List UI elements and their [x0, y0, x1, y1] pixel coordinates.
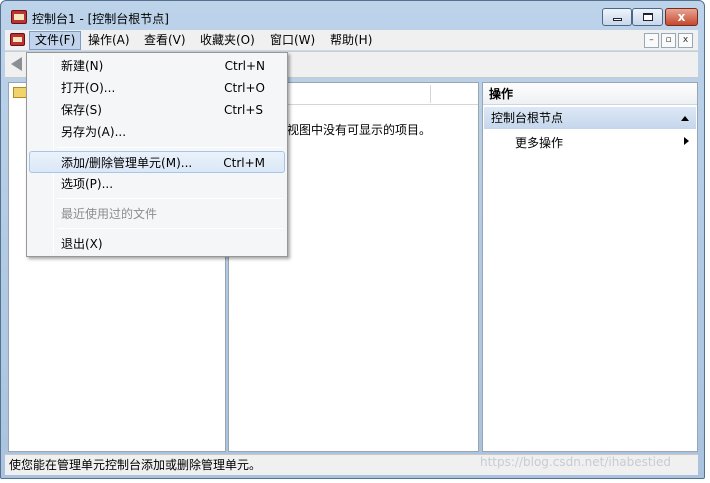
folder-icon[interactable] — [13, 87, 27, 98]
back-arrow-icon[interactable] — [11, 57, 22, 71]
menu-item-shortcut: Ctrl+M — [223, 156, 265, 170]
menu-item-label: 退出(X) — [61, 237, 103, 251]
mdi-restore-button[interactable]: ▫ — [661, 33, 676, 48]
menu-window[interactable]: 窗口(W) — [264, 31, 321, 50]
collapse-icon[interactable] — [681, 116, 689, 121]
menu-favorites[interactable]: 收藏夹(O) — [194, 31, 261, 50]
actions-pane-title: 操作 — [483, 83, 697, 105]
menu-action[interactable]: 操作(A) — [82, 31, 136, 50]
menu-item-label: 另存为(A)... — [61, 125, 127, 139]
menu-item-save[interactable]: 保存(S) Ctrl+S — [29, 99, 285, 121]
mdi-close-button[interactable]: x — [678, 33, 693, 48]
menu-view[interactable]: 查看(V) — [138, 31, 192, 50]
watermark: https://blog.csdn.net/ihabestied — [480, 455, 671, 469]
menu-item-exit[interactable]: 退出(X) — [29, 233, 285, 255]
menu-item-label: 最近使用过的文件 — [61, 207, 158, 221]
maximize-icon — [642, 13, 653, 21]
column-separator[interactable] — [430, 85, 431, 103]
menu-item-add-remove-snapin[interactable]: 添加/删除管理单元(M)... Ctrl+M — [29, 151, 285, 173]
actions-node-label: 控制台根节点 — [491, 111, 564, 125]
menu-item-label: 打开(O)... — [61, 81, 116, 95]
mdi-minimize-button[interactable]: – — [644, 33, 659, 48]
menu-help[interactable]: 帮助(H) — [324, 31, 378, 50]
minimize-icon — [612, 18, 622, 21]
menu-item-options[interactable]: 选项(P)... — [29, 173, 285, 195]
window-title: 控制台1 - [控制台根节点] — [32, 12, 169, 26]
empty-view-message: 视图中没有可显示的项目。 — [287, 123, 432, 137]
minimize-button[interactable] — [602, 8, 632, 26]
submenu-arrow-icon — [684, 137, 689, 145]
menu-item-shortcut: Ctrl+S — [223, 103, 263, 117]
menu-item-recent-files: 最近使用过的文件 — [29, 203, 285, 225]
more-actions-item[interactable]: 更多操作 — [515, 134, 563, 151]
menu-item-open[interactable]: 打开(O)... Ctrl+O — [29, 77, 285, 99]
menu-separator — [57, 147, 283, 148]
menu-item-new[interactable]: 新建(N) Ctrl+N — [29, 55, 285, 77]
menu-item-label: 保存(S) — [61, 103, 102, 117]
menu-separator — [57, 198, 283, 199]
file-menu-dropdown: 新建(N) Ctrl+N 打开(O)... Ctrl+O 保存(S) Ctrl+… — [26, 52, 288, 257]
menu-item-shortcut: Ctrl+N — [224, 59, 265, 73]
maximize-button[interactable] — [632, 8, 663, 26]
menu-separator — [57, 228, 283, 229]
menu-file[interactable]: 文件(F) — [29, 31, 82, 50]
menu-bar: 文件(F) 操作(A) 查看(V) 收藏夹(O) 窗口(W) 帮助(H) – ▫… — [5, 30, 698, 51]
close-button[interactable]: x — [665, 8, 698, 26]
mmc-app-icon[interactable] — [11, 10, 27, 24]
menu-item-save-as[interactable]: 另存为(A)... — [29, 121, 285, 143]
menu-item-label: 选项(P)... — [61, 177, 114, 191]
menu-item-shortcut: Ctrl+O — [224, 81, 265, 95]
close-icon: x — [677, 10, 686, 24]
menu-item-label: 新建(N) — [61, 59, 104, 73]
mdi-child-icon[interactable] — [10, 33, 25, 46]
actions-node-header[interactable]: 控制台根节点 — [484, 107, 696, 129]
title-bar[interactable]: 控制台1 - [控制台根节点] x — [1, 1, 704, 31]
actions-pane: 操作 控制台根节点 更多操作 — [482, 82, 698, 452]
menu-item-label: 添加/删除管理单元(M)... — [61, 156, 193, 170]
